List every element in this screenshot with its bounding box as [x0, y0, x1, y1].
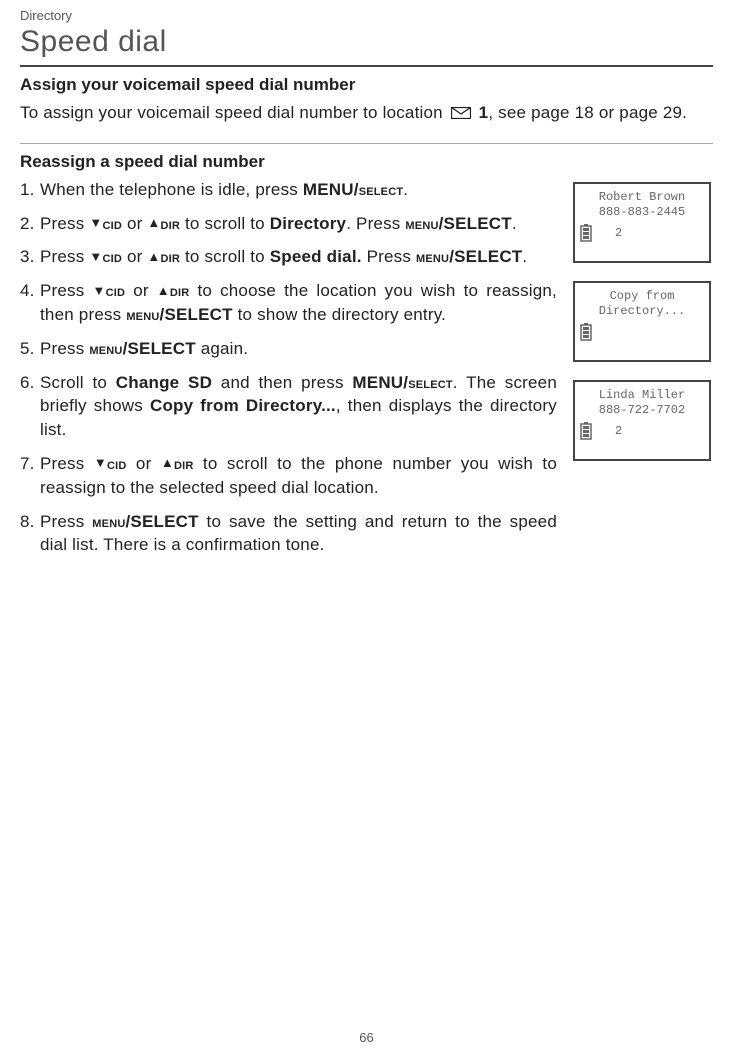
key-label: dir: [160, 249, 180, 266]
down-arrow-icon: ▼: [89, 214, 102, 232]
envelope-icon: [451, 107, 471, 119]
key-label: cid: [102, 249, 122, 266]
key-label: dir: [160, 216, 180, 233]
battery-icon: [579, 224, 593, 242]
bold-text: Speed dial.: [270, 247, 362, 266]
lcd-line: Robert Brown: [579, 190, 705, 205]
text-fragment: To assign your voicemail speed dial numb…: [20, 103, 448, 122]
bold-text: Directory: [270, 214, 346, 233]
step-item: Press ▼cid or ▲dir to choose the locatio…: [20, 279, 557, 327]
lcd-line-blank: [579, 440, 705, 455]
text-fragment: to scroll to: [180, 214, 270, 233]
text-fragment: . Press: [346, 214, 405, 233]
title-rule: [20, 65, 713, 67]
key-label: select: [408, 375, 453, 392]
text-fragment: and then press: [212, 373, 352, 392]
page-title: Speed dial: [20, 25, 713, 59]
lcd-line: Directory...: [579, 304, 705, 319]
text-fragment: to show the directory entry.: [233, 305, 446, 324]
key-label: cid: [106, 283, 126, 300]
text-fragment: again.: [196, 339, 248, 358]
key-label: menu: [126, 307, 159, 324]
lcd-line: Linda Miller: [579, 388, 705, 403]
bold-text: /SELECT: [126, 512, 199, 531]
step-item: Scroll to Change SD and then press MENU/…: [20, 371, 557, 442]
key-label: cid: [102, 216, 122, 233]
down-arrow-icon: ▼: [93, 282, 106, 300]
lcd-line: 888-883-2445: [579, 205, 705, 220]
up-arrow-icon: ▲: [157, 282, 170, 300]
key-label: menu: [405, 216, 438, 233]
step-item: Press menu/SELECT again.: [20, 337, 557, 361]
text-fragment: or: [122, 247, 147, 266]
bold-text: Copy from Directory...: [150, 396, 336, 415]
key-label: cid: [107, 456, 127, 473]
text-fragment: to scroll to: [180, 247, 270, 266]
text-fragment: Press: [40, 512, 92, 531]
section-separator: [20, 143, 713, 144]
down-arrow-icon: ▼: [94, 454, 107, 472]
text-fragment: When the telephone is idle, press: [40, 180, 303, 199]
text-fragment: or: [125, 281, 157, 300]
text-fragment: or: [122, 214, 147, 233]
breadcrumb: Directory: [20, 8, 713, 23]
text-fragment: , see page 18 or page 29.: [488, 103, 687, 122]
text-fragment: Scroll to: [40, 373, 116, 392]
bold-text: MENU/: [352, 373, 408, 392]
up-arrow-icon: ▲: [147, 214, 160, 232]
lcd-line: 888-722-7702: [579, 403, 705, 418]
section1-text: To assign your voicemail speed dial numb…: [20, 101, 713, 125]
section1-heading: Assign your voicemail speed dial number: [20, 75, 713, 95]
text-fragment: Press: [40, 339, 89, 358]
key-label: select: [359, 182, 404, 199]
lcd-screen: Linda Miller888-722-7702 2: [573, 380, 711, 461]
up-arrow-icon: ▲: [147, 248, 160, 266]
step-item: Press ▼cid or ▲dir to scroll to Speed di…: [20, 245, 557, 269]
step-item: Press menu/SELECT to save the setting an…: [20, 510, 557, 558]
bold-text: MENU/: [303, 180, 359, 199]
speed-dial-number: 2: [615, 226, 622, 240]
text-fragment: or: [127, 454, 161, 473]
down-arrow-icon: ▼: [89, 248, 102, 266]
battery-icon: [579, 422, 593, 440]
bold-text: /SELECT: [449, 247, 522, 266]
key-label: menu: [416, 249, 449, 266]
key-label: menu: [92, 514, 125, 531]
battery-icon: [579, 323, 593, 341]
lcd-line-blank: [579, 341, 705, 356]
lcd-line: Copy from: [579, 289, 705, 304]
lcd-screen: Robert Brown888-883-2445 2: [573, 182, 711, 263]
section2-heading: Reassign a speed dial number: [20, 152, 713, 172]
lcd-status-row: 2: [579, 224, 705, 242]
text-fragment: Press: [40, 281, 93, 300]
bold-text: Change SD: [116, 373, 212, 392]
step-item: Press ▼cid or ▲dir to scroll to Director…: [20, 212, 557, 236]
lcd-status-row: 2: [579, 422, 705, 440]
screens-column: Robert Brown888-883-2445 2 Copy fromDirec…: [573, 178, 713, 461]
lcd-line-blank: [579, 242, 705, 257]
bold-text: /SELECT: [439, 214, 512, 233]
step-item: Press ▼cid or ▲dir to scroll to the phon…: [20, 452, 557, 500]
steps-list: When the telephone is idle, press MENU/s…: [20, 178, 557, 557]
key-label: dir: [174, 456, 194, 473]
lcd-screen: Copy fromDirectory...: [573, 281, 711, 362]
lcd-status-row: [579, 323, 705, 341]
text-fragment: Press: [40, 454, 94, 473]
text-fragment: .: [403, 180, 408, 199]
text-fragment: 1: [474, 103, 489, 122]
key-label: dir: [170, 283, 190, 300]
key-label: menu: [89, 341, 122, 358]
text-fragment: Press: [40, 247, 89, 266]
text-fragment: Press: [362, 247, 416, 266]
bold-text: /SELECT: [160, 305, 233, 324]
bold-text: /SELECT: [123, 339, 196, 358]
text-fragment: Press: [40, 214, 89, 233]
speed-dial-number: 2: [615, 424, 622, 438]
up-arrow-icon: ▲: [161, 454, 174, 472]
text-fragment: .: [512, 214, 517, 233]
step-item: When the telephone is idle, press MENU/s…: [20, 178, 557, 202]
page-number: 66: [359, 1030, 373, 1045]
text-fragment: .: [522, 247, 527, 266]
